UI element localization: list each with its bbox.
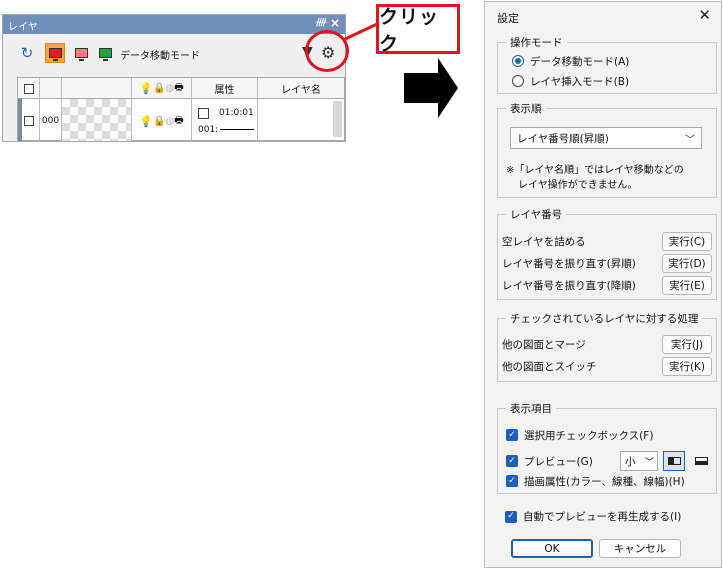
renumber-desc-button[interactable]: 実行(E) [662,276,712,295]
draw-attribute-option[interactable]: ✓ 描画属性(カラー、線種、線幅)(H) [506,473,685,489]
option-label: 自動でプレビューを再生成する(I) [523,511,682,523]
display-order-note-1: ※「レイヤ名順」ではレイヤ移動などの [506,165,684,176]
highlight-circle [305,30,349,72]
preview-option[interactable]: ✓ プレビュー(G) [506,453,593,469]
merge-label: 他の図面とマージ [502,339,586,351]
pack-empty-layers-button[interactable]: 実行(C) [662,232,712,251]
attribute-column-header: 属性 [192,78,258,99]
option-label: プレビュー(G) [524,455,593,468]
refresh-icon[interactable]: ↻ [17,43,37,63]
radio-icon[interactable] [512,75,524,87]
group-title: 表示項目 [506,401,556,416]
preview-size-select[interactable]: 小 ﹀ [620,451,658,471]
renumber-desc-label: レイヤ番号を振り直す(降順) [502,280,636,292]
layer-panel-title: レイヤ [8,22,38,33]
layout-side-icon [667,457,681,465]
callout-line [343,22,378,41]
checkbox-checked-icon[interactable]: ✓ [506,429,518,441]
dialog-title: 設定 [497,12,519,25]
grid-header: 💡 🔒 ◍ 🖶 属性 レイヤ名 [18,78,344,99]
row-layer-name[interactable] [258,99,344,141]
globe-icon[interactable]: ◍ [165,116,174,127]
pack-empty-layers-label: 空レイヤを詰める [502,236,586,248]
radio-label: データ移動モード(A) [530,55,630,68]
cancel-button[interactable]: キャンセル [599,539,681,558]
option-label: 描画属性(カラー、線種、線幅)(H) [524,475,685,488]
row-attr-text: 001: [198,124,219,135]
arrow-head [438,58,458,118]
display-order-group: 表示順 レイヤ番号順(昇順) ﹀ ※「レイヤ名順」ではレイヤ移動などの レイヤ操… [497,101,717,198]
option-label: 選択用チェックボックス(F) [524,429,654,442]
select-checkbox-option[interactable]: ✓ 選択用チェックボックス(F) [506,427,653,443]
row-visibility[interactable]: 💡 🔒 ◍ 🖶 [132,99,192,141]
row-number: 000 [40,99,62,141]
pin-icon[interactable]: ᚎ [315,17,327,28]
row-time: 01:0:01 [219,108,254,118]
visibility-column-header: 💡 🔒 ◍ 🖶 [132,78,192,99]
group-title: レイヤ番号 [506,207,567,222]
operation-mode-group: 操作モード データ移動モード(A) レイヤ挿入モード(B) [497,35,717,94]
auto-regenerate-option[interactable]: ✓ 自動でプレビューを再生成する(I) [505,509,681,524]
radio-icon[interactable] [512,55,524,67]
checkbox-checked-icon[interactable]: ✓ [506,455,518,467]
display-order-select[interactable]: レイヤ番号順(昇順) ﹀ [510,127,702,149]
layer-insert-mode-icon[interactable] [71,43,91,63]
table-row[interactable]: 000 💡 🔒 ◍ 🖶 01:0:01 001: [18,99,344,141]
layer-panel: レイヤ ᚎ × ↻ データ移動モード ▼ ⚙ 💡 🔒 ◍ 🖶 属性 レイヤ名 0… [2,14,346,142]
lock-icon: 🔒 [153,83,166,94]
close-icon[interactable]: ✕ [698,6,711,24]
layout-bottom-icon [694,457,708,465]
checkbox-checked-icon[interactable]: ✓ [506,475,518,487]
checked-processing-group: チェックされているレイヤに対する処理 他の図面とマージ 実行(J) 他の図面とス… [497,311,717,382]
number-column-header [40,78,62,99]
radio-label: レイヤ挿入モード(B) [530,75,630,88]
mode-label: データ移動モード [120,51,200,62]
display-mode-icon[interactable] [95,43,115,63]
preview-layout-side-button[interactable] [663,451,685,471]
preview-size-value: 小 [625,455,636,468]
switch-label: 他の図面とスイッチ [502,361,597,373]
attr-color-box [198,107,209,119]
chevron-down-icon: ﹀ [644,458,654,468]
radio-data-move-mode[interactable]: データ移動モード(A) [512,53,629,69]
select-all-checkbox[interactable] [18,78,40,99]
layer-number-group: レイヤ番号 空レイヤを詰める 実行(C) レイヤ番号を振り直す(昇順) 実行(D… [497,207,717,300]
group-title: チェックされているレイヤに対する処理 [506,311,703,326]
settings-dialog: 設定 ✕ 操作モード データ移動モード(A) レイヤ挿入モード(B) 表示順 レ… [484,1,722,568]
group-title: 操作モード [506,35,567,50]
layer-name-column-header: レイヤ名 [281,85,321,96]
layer-toolbar: ↻ データ移動モード ▼ ⚙ [3,34,345,72]
line-sample [220,129,255,130]
printer-icon: 🖶 [174,82,184,93]
data-move-mode-icon[interactable] [45,43,65,63]
arrow-right-icon [404,73,438,103]
merge-button[interactable]: 実行(J) [662,335,712,354]
radio-layer-insert-mode[interactable]: レイヤ挿入モード(B) [512,73,629,89]
row-attribute: 01:0:01 001: [192,99,258,141]
renumber-asc-label: レイヤ番号を振り直す(昇順) [502,258,636,270]
globe-icon: ◍ [165,83,175,94]
chevron-down-icon: ﹀ [685,135,695,146]
lock-icon[interactable]: 🔒 [153,116,165,127]
group-title: 表示順 [506,101,546,116]
layer-panel-titlebar: レイヤ ᚎ × [3,15,345,34]
bulb-icon: 💡 [139,82,154,95]
callout-label: クリック [376,4,460,55]
preview-column-header [62,78,132,99]
printer-icon[interactable]: 🖶 [174,113,183,130]
close-icon[interactable]: × [330,16,340,30]
display-items-group: 表示項目 ✓ 選択用チェックボックス(F) ✓ プレビュー(G) 小 ﹀ ✓ 描… [497,401,717,494]
row-preview [62,99,132,141]
display-order-note-2: レイヤ操作ができません。 [518,180,638,191]
scrollbar[interactable] [333,101,342,137]
checkbox-checked-icon[interactable]: ✓ [505,510,517,523]
renumber-asc-button[interactable]: 実行(D) [662,254,712,273]
ok-button[interactable]: OK [511,539,593,558]
preview-layout-bottom-button[interactable] [690,451,712,471]
display-order-value: レイヤ番号順(昇順) [517,132,609,145]
layer-grid: 💡 🔒 ◍ 🖶 属性 レイヤ名 000 💡 🔒 ◍ 🖶 01:0:01 001: [17,77,345,141]
switch-button[interactable]: 実行(K) [662,357,712,376]
bulb-icon[interactable]: 💡 [139,115,153,128]
row-checkbox[interactable] [18,99,40,141]
